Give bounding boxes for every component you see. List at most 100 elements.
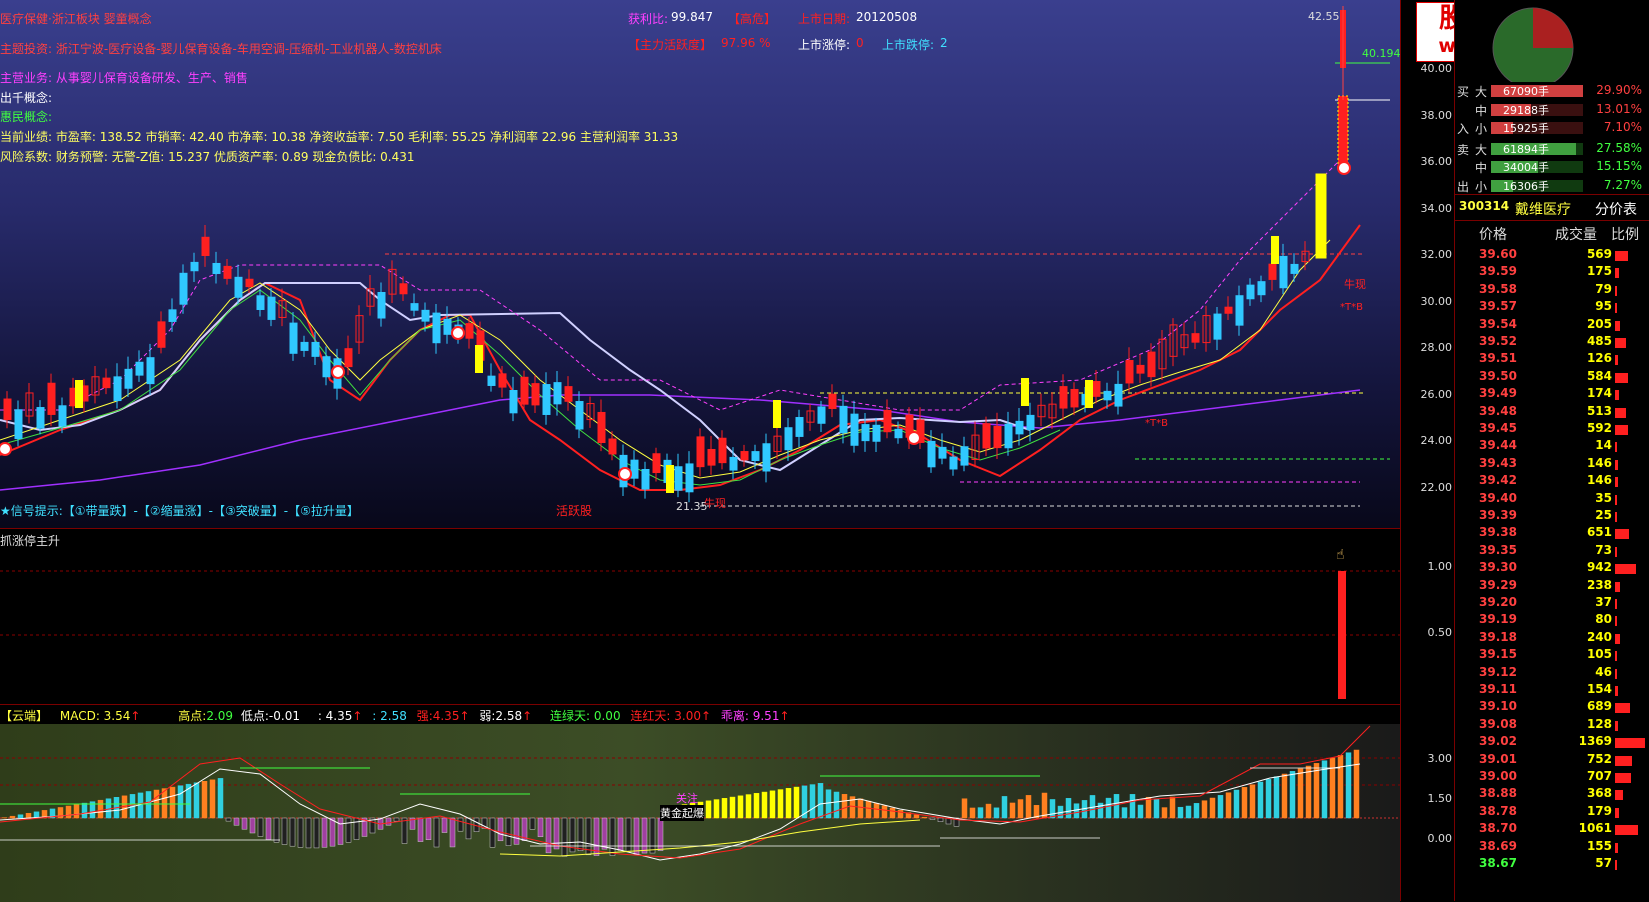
price-row[interactable]: 39.11154 [1455,682,1649,700]
price-row[interactable]: 39.51126 [1455,351,1649,369]
row-volume: 240 [1587,630,1612,644]
price-row[interactable]: 39.60569 [1455,247,1649,265]
macd-bar [1338,755,1343,818]
price-row[interactable]: 39.5795 [1455,299,1649,317]
row-price: 39.30 [1479,560,1517,574]
kline-chart-pane[interactable]: 医疗保健·浙江板块 婴童概念 主题投资: 浙江宁波-医疗设备-婴儿保育设备-车用… [0,0,1400,528]
macd-bar [306,818,311,848]
candle-body [444,319,451,334]
candle-body [818,407,825,423]
price-row[interactable]: 39.54205 [1455,317,1649,335]
price-row[interactable]: 38.6757 [1455,856,1649,874]
macd-bar [74,805,79,818]
candle-body [840,406,847,432]
price-row[interactable]: 39.29238 [1455,578,1649,596]
macd-bar [170,787,175,818]
price-row[interactable]: 39.1980 [1455,612,1649,630]
price-row[interactable]: 39.08128 [1455,717,1649,735]
row-price: 39.12 [1479,665,1517,679]
price-row[interactable]: 39.10689 [1455,699,1649,717]
row-ratio-bar [1615,460,1618,470]
row-ratio-bar [1615,251,1628,261]
price-row[interactable]: 39.48513 [1455,404,1649,422]
macd-bar [1042,793,1047,818]
macd-bar [1002,796,1007,818]
macd-bar [746,795,751,818]
limit-up-indicator-pane[interactable]: 抓涨停主升 ☝ [0,528,1400,705]
price-row[interactable]: 39.3925 [1455,508,1649,526]
list-date-value: 20120508 [856,10,917,24]
candle-body [1280,256,1287,287]
row-price: 39.10 [1479,699,1517,713]
row-price: 39.08 [1479,717,1517,731]
macd-bar [1026,795,1031,818]
price-row[interactable]: 38.701061 [1455,821,1649,839]
row-ratio-bar [1615,634,1620,644]
price-row[interactable]: 39.4414 [1455,438,1649,456]
candle-body [37,408,44,429]
price-row[interactable]: 39.5879 [1455,282,1649,300]
price-row[interactable]: 39.45592 [1455,421,1649,439]
price-row[interactable]: 38.69155 [1455,839,1649,857]
row-ratio-bar [1615,512,1617,522]
macd-bar [938,818,943,822]
stock-code: 300314 [1459,199,1509,213]
price-row[interactable]: 39.4035 [1455,491,1649,509]
price-row[interactable]: 39.38651 [1455,525,1649,543]
candle-body [235,277,242,297]
row-volume: 175 [1587,264,1612,278]
macd-bar [426,818,431,840]
candle-body [1104,391,1111,399]
active-stock-tag: 活跃股 [556,502,592,519]
price-row[interactable]: 39.01752 [1455,752,1649,770]
candle-body [873,425,880,441]
signal-circle [619,468,631,480]
row-volume: 57 [1595,856,1612,870]
macd-strong-label: 强: [417,709,433,723]
flow-size: 大 [1475,83,1487,100]
pie-area [1455,0,1649,82]
price-row[interactable]: 39.43146 [1455,456,1649,474]
risk-badge: 【高危】 [728,10,776,27]
row-ratio-bar [1615,425,1628,435]
price-row[interactable]: 39.2037 [1455,595,1649,613]
price-row[interactable]: 38.78179 [1455,804,1649,822]
row-ratio-bar [1615,442,1617,452]
macd-bar [442,818,447,833]
flow-pct: 7.10% [1604,120,1642,134]
price-row[interactable]: 39.42146 [1455,473,1649,491]
volume-signal-candle [475,345,483,373]
price-row[interactable]: 39.18240 [1455,630,1649,648]
price-row[interactable]: 39.59175 [1455,264,1649,282]
price-row[interactable]: 39.49174 [1455,386,1649,404]
macd-bar [450,818,455,847]
candle-body [15,410,22,439]
row-ratio-bar [1615,686,1618,696]
price-row[interactable]: 39.15105 [1455,647,1649,665]
candle-body [246,279,253,286]
row-volume: 942 [1587,560,1612,574]
price-row[interactable]: 39.50584 [1455,369,1649,387]
price-row[interactable]: 39.1246 [1455,665,1649,683]
candle-body [950,457,957,469]
price-row[interactable]: 38.88368 [1455,786,1649,804]
macd-bar [26,813,31,818]
candle-body [510,391,517,413]
price-row[interactable]: 39.021369 [1455,734,1649,752]
macd-bar [466,818,471,839]
price-row[interactable]: 39.00707 [1455,769,1649,787]
flow-size: 中 [1475,102,1487,119]
macd-bar [962,799,967,818]
price-row[interactable]: 39.52485 [1455,334,1649,352]
row-price: 39.29 [1479,578,1517,592]
macd-pane[interactable]: 【云端】 MACD: 3.54↑ 高点:2.09 低点:-0.01 : 4.35… [0,704,1400,902]
row-ratio-bar [1615,268,1619,278]
macd-bar [970,808,975,818]
macd-bar [642,818,647,853]
row-price: 39.02 [1479,734,1517,748]
candle-body [1247,285,1254,299]
price-row[interactable]: 39.30 942 [1455,560,1649,578]
flow-pct: 27.58% [1596,141,1642,155]
price-row[interactable]: 39.3573 [1455,543,1649,561]
candle-body [1225,307,1232,313]
